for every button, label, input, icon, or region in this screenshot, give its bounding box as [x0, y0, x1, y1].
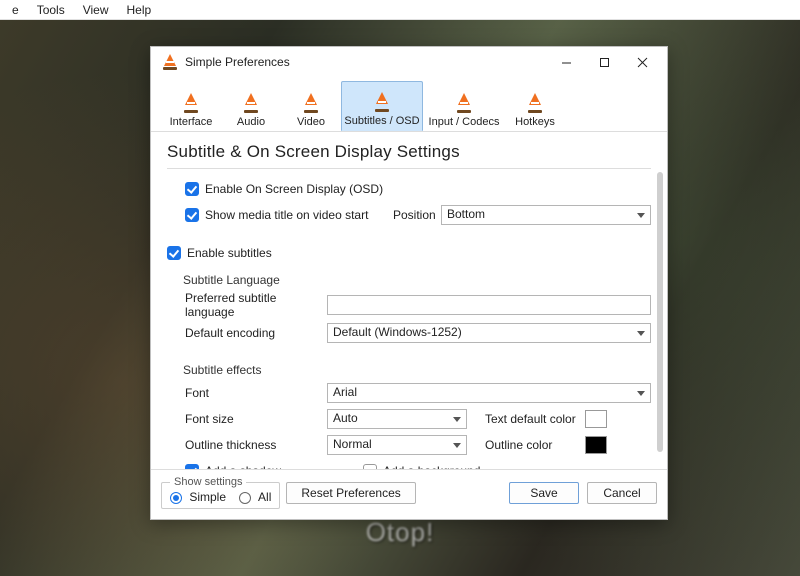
font-select[interactable]: Arial [327, 383, 651, 403]
preferred-language-input[interactable] [327, 295, 651, 315]
show-settings-all-label: All [258, 490, 271, 504]
outline-thickness-value: Normal [333, 437, 372, 451]
dialog-titlebar: Simple Preferences [151, 47, 667, 77]
show-settings-all-radio[interactable] [239, 492, 251, 504]
menu-item-partial[interactable]: e [4, 1, 27, 19]
tab-subtitles-osd[interactable]: Subtitles / OSD [341, 81, 423, 131]
enable-subtitles-label: Enable subtitles [187, 246, 272, 260]
app-window: e Tools View Help Otop! Simple Preferenc… [0, 0, 800, 576]
tab-label: Interface [170, 116, 213, 128]
font-size-value: Auto [333, 411, 358, 425]
enable-osd-checkbox[interactable] [185, 182, 199, 196]
subtitle-effects-group: Subtitle effects [169, 363, 651, 377]
enable-osd-label: Enable On Screen Display (OSD) [205, 182, 383, 196]
text-default-color-picker[interactable] [585, 410, 607, 428]
show-media-title-label: Show media title on video start [205, 208, 393, 222]
preferred-language-label: Preferred subtitle language [167, 291, 327, 319]
menu-item-view[interactable]: View [75, 1, 117, 19]
menu-item-help[interactable]: Help [119, 1, 160, 19]
show-settings-legend: Show settings [170, 476, 246, 488]
vertical-scrollbar[interactable] [657, 172, 663, 452]
tab-hotkeys[interactable]: Hotkeys [505, 81, 565, 131]
preferences-dialog: Simple Preferences Interface Audio Video… [150, 46, 668, 520]
show-settings-simple-radio[interactable] [170, 492, 182, 504]
video-subtitle-text: Otop! [366, 517, 435, 548]
font-size-label: Font size [167, 412, 327, 426]
tab-video[interactable]: Video [281, 81, 341, 131]
maximize-button[interactable] [585, 48, 623, 76]
reset-preferences-button[interactable]: Reset Preferences [286, 482, 415, 504]
outline-color-label: Outline color [485, 438, 585, 452]
tab-label: Audio [237, 116, 265, 128]
position-select[interactable]: Bottom [441, 205, 651, 225]
menubar: e Tools View Help [0, 0, 800, 20]
tab-input-codecs[interactable]: Input / Codecs [423, 81, 505, 131]
font-size-select[interactable]: Auto [327, 409, 467, 429]
dialog-footer: Show settings Simple All Reset Preferenc… [151, 469, 667, 519]
menu-item-tools[interactable]: Tools [29, 1, 73, 19]
minimize-button[interactable] [547, 48, 585, 76]
tab-label: Input / Codecs [429, 116, 500, 128]
font-value: Arial [333, 385, 357, 399]
close-button[interactable] [623, 48, 661, 76]
font-label: Font [167, 386, 327, 400]
default-encoding-value: Default (Windows-1252) [333, 325, 462, 339]
dialog-title: Simple Preferences [185, 55, 290, 69]
enable-subtitles-checkbox[interactable] [167, 246, 181, 260]
outline-color-picker[interactable] [585, 436, 607, 454]
tab-interface[interactable]: Interface [161, 81, 221, 131]
position-value: Bottom [447, 207, 485, 221]
show-settings-simple-label: Simple [189, 490, 226, 504]
show-settings-group: Show settings Simple All [161, 476, 280, 509]
default-encoding-select[interactable]: Default (Windows-1252) [327, 323, 651, 343]
category-tabs: Interface Audio Video Subtitles / OSD In… [151, 77, 667, 132]
subtitle-language-group: Subtitle Language [169, 273, 651, 287]
position-label: Position [393, 208, 441, 222]
default-encoding-label: Default encoding [167, 326, 327, 340]
tab-label: Video [297, 116, 325, 128]
page-heading: Subtitle & On Screen Display Settings [167, 142, 651, 162]
outline-thickness-label: Outline thickness [167, 438, 327, 452]
outline-thickness-select[interactable]: Normal [327, 435, 467, 455]
dialog-body: Subtitle & On Screen Display Settings En… [151, 132, 667, 469]
tab-audio[interactable]: Audio [221, 81, 281, 131]
tab-label: Hotkeys [515, 116, 555, 128]
show-media-title-checkbox[interactable] [185, 208, 199, 222]
cancel-button[interactable]: Cancel [587, 482, 657, 504]
tab-label: Subtitles / OSD [344, 115, 419, 127]
save-button[interactable]: Save [509, 482, 579, 504]
vlc-cone-icon [161, 53, 179, 71]
text-default-color-label: Text default color [485, 412, 585, 426]
